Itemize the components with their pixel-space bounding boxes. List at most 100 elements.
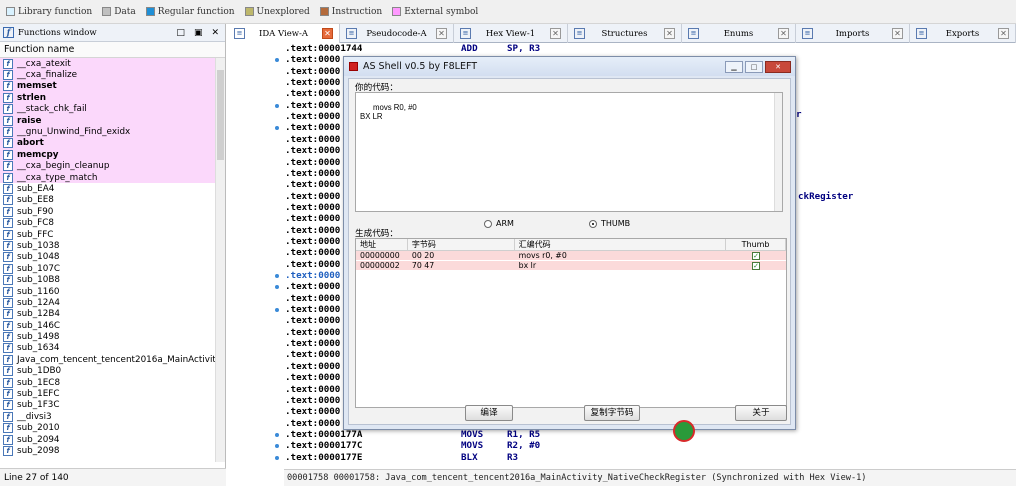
- restore-icon[interactable]: □: [176, 28, 185, 38]
- code-line[interactable]: .text:0000: [285, 406, 340, 417]
- function-row[interactable]: f sub_1EFC: [0, 388, 216, 400]
- code-line[interactable]: .text:0000: [285, 361, 340, 372]
- function-row[interactable]: f sub_1160: [0, 286, 216, 297]
- code-line[interactable]: .text:0000: [285, 338, 340, 349]
- function-row[interactable]: f Java_com_tencent_tencent2016a_MainActiv…: [0, 354, 216, 365]
- code-input-scrollbar[interactable]: [774, 93, 782, 211]
- col-thumb[interactable]: Thumb: [726, 239, 786, 250]
- scrollbar-thumb[interactable]: [217, 70, 224, 160]
- result-row[interactable]: 00000000 00 20 movs r0, #0 ✓: [356, 251, 786, 261]
- function-row[interactable]: f raise: [0, 114, 216, 127]
- close-icon[interactable]: ✕: [211, 28, 219, 38]
- code-line[interactable]: .text:0000: [285, 77, 340, 88]
- function-row[interactable]: f __cxa_atexit: [0, 58, 216, 70]
- code-line[interactable]: .text:0000: [285, 372, 340, 383]
- function-row[interactable]: f __cxa_begin_cleanup: [0, 160, 216, 172]
- tab-pseudocode-a[interactable]: ≡ Pseudocode-A ✕: [340, 24, 454, 43]
- tab-enums[interactable]: ≡ Enums ✕: [682, 24, 796, 43]
- function-row[interactable]: f sub_1048: [0, 252, 216, 263]
- tab-close-icon[interactable]: ✕: [550, 28, 561, 39]
- code-line[interactable]: .text:0000: [285, 327, 340, 338]
- float-icon[interactable]: ▣: [194, 28, 203, 38]
- code-line[interactable]: .text:0000: [285, 111, 340, 122]
- tab-close-icon[interactable]: ✕: [998, 28, 1009, 39]
- function-row[interactable]: f sub_2094: [0, 434, 216, 445]
- code-line[interactable]: .text:0000: [285, 122, 340, 133]
- tab-close-icon[interactable]: ✕: [664, 28, 675, 39]
- col-address[interactable]: 地址: [356, 239, 408, 250]
- tab-ida-view-a[interactable]: ≡ IDA View-A ✕: [228, 24, 340, 43]
- thumb-checkbox[interactable]: ✓: [752, 252, 761, 260]
- radio-arm[interactable]: ARM: [484, 219, 514, 228]
- function-row[interactable]: f sub_12A4: [0, 297, 216, 308]
- close-button[interactable]: ✕: [765, 60, 791, 73]
- tab-imports[interactable]: ≡ Imports ✕: [796, 24, 910, 43]
- col-bytes[interactable]: 字节码: [408, 239, 515, 250]
- code-line[interactable]: .text:0000: [285, 168, 340, 179]
- tab-structures[interactable]: ≡ Structures ✕: [568, 24, 682, 43]
- code-line[interactable]: .text:0000: [285, 315, 340, 326]
- code-line[interactable]: .text:0000: [285, 213, 340, 224]
- function-row[interactable]: f memcpy: [0, 149, 216, 161]
- about-button[interactable]: 关于: [735, 405, 787, 421]
- code-line[interactable]: .text:00001744 ADD SP, R3: [285, 43, 540, 54]
- function-row[interactable]: f sub_FC8: [0, 217, 216, 229]
- tab-close-icon[interactable]: ✕: [778, 28, 789, 39]
- function-row[interactable]: f abort: [0, 137, 216, 150]
- result-table[interactable]: 地址 字节码 汇编代码 Thumb 00000000 00 20 movs r0, …: [355, 238, 787, 408]
- function-row[interactable]: f sub_EA4: [0, 183, 216, 194]
- tab-close-icon[interactable]: ✕: [436, 28, 447, 39]
- code-line[interactable]: .text:0000: [285, 349, 340, 360]
- code-line[interactable]: .text:0000: [285, 293, 340, 304]
- maximize-button[interactable]: □: [745, 60, 763, 73]
- function-row[interactable]: f sub_1634: [0, 343, 216, 354]
- tab-exports[interactable]: ≡ Exports ✕: [910, 24, 1016, 43]
- function-row[interactable]: f memset: [0, 80, 216, 93]
- function-row[interactable]: f __cxa_type_match: [0, 171, 216, 184]
- function-row[interactable]: f sub_2010: [0, 423, 216, 434]
- tab-close-icon[interactable]: ✕: [892, 28, 903, 39]
- function-row[interactable]: f sub_107C: [0, 263, 216, 274]
- thumb-checkbox[interactable]: ✓: [752, 262, 761, 270]
- code-line[interactable]: .text:0000177E BLX R3: [285, 452, 518, 463]
- code-line[interactable]: .text:0000: [285, 179, 340, 190]
- function-row[interactable]: f sub_1F3C: [0, 400, 216, 411]
- code-line[interactable]: .text:0000: [285, 88, 340, 99]
- code-line[interactable]: .text:0000: [285, 54, 340, 65]
- function-row[interactable]: f strlen: [0, 92, 216, 104]
- code-line[interactable]: .text:0000: [285, 191, 340, 202]
- radio-thumb[interactable]: THUMB: [589, 219, 630, 228]
- code-line[interactable]: .text:0000177A MOVS R1, R5: [285, 429, 540, 440]
- code-line[interactable]: .text:0000: [285, 270, 340, 281]
- code-line[interactable]: .text:0000: [285, 100, 340, 111]
- radio-thumb-circle[interactable]: [589, 219, 597, 228]
- copy-bytes-button[interactable]: 复制字节码: [584, 405, 640, 421]
- code-line[interactable]: .text:0000: [285, 304, 340, 315]
- function-row[interactable]: f __cxa_finalize: [0, 69, 216, 81]
- function-row[interactable]: f sub_10B8: [0, 274, 216, 286]
- function-row[interactable]: f sub_1498: [0, 331, 216, 343]
- function-row[interactable]: f sub_EE8: [0, 195, 216, 206]
- function-row[interactable]: f __divsi3: [0, 411, 216, 422]
- function-row[interactable]: f __gnu_Unwind_Find_exidx: [0, 126, 216, 138]
- function-row[interactable]: f __stack_chk_fail: [0, 103, 216, 115]
- radio-arm-circle[interactable]: [484, 219, 492, 228]
- code-line[interactable]: .text:0000: [285, 145, 340, 156]
- function-name-column-header[interactable]: Function name: [0, 42, 225, 58]
- minimize-button[interactable]: ▁: [725, 60, 743, 73]
- code-line[interactable]: .text:0000: [285, 66, 340, 77]
- code-line[interactable]: .text:0000: [285, 225, 340, 236]
- code-line[interactable]: .text:0000: [285, 157, 340, 168]
- function-row[interactable]: f sub_12B4: [0, 309, 216, 320]
- code-line[interactable]: .text:0000: [285, 202, 340, 213]
- col-asm[interactable]: 汇编代码: [515, 239, 727, 250]
- function-row[interactable]: f sub_1EC8: [0, 377, 216, 388]
- code-line[interactable]: .text:0000: [285, 384, 340, 395]
- function-row[interactable]: f sub_1DB0: [0, 366, 216, 377]
- function-row[interactable]: f sub_F90: [0, 206, 216, 217]
- result-row[interactable]: 00000002 70 47 bx lr ✓: [356, 261, 786, 271]
- code-line[interactable]: .text:0000: [285, 395, 340, 406]
- code-line[interactable]: .text:0000: [285, 281, 340, 292]
- code-input[interactable]: movs R0, #0 BX LR: [355, 92, 783, 212]
- compile-button[interactable]: 编译: [465, 405, 513, 421]
